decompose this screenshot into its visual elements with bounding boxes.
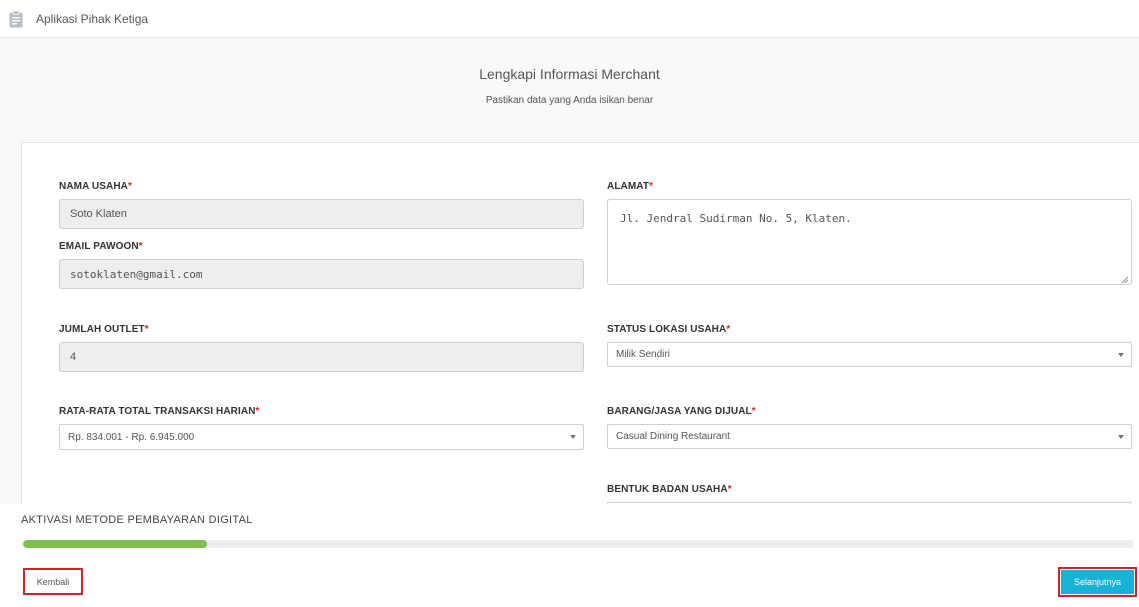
form-card: NAMA USAHA* Soto Klaten EMAIL PAWOON* so… [21, 142, 1139, 527]
required-mark: * [144, 324, 149, 335]
transaksi-value: Rp. 834.001 - Rp. 6.945.000 [68, 431, 195, 443]
resize-grip-icon[interactable] [1121, 274, 1129, 284]
email-value: sotoklaten@gmail.com [70, 267, 203, 281]
page-title: Lengkapi Informasi Merchant [479, 66, 660, 82]
jumlah-outlet-label: JUMLAH OUTLET* [59, 324, 149, 335]
app-title: Aplikasi Pihak Ketiga [36, 11, 149, 26]
nama-usaha-input[interactable]: Soto Klaten [59, 199, 584, 229]
transaksi-select[interactable]: Rp. 834.001 - Rp. 6.945.000 [59, 424, 584, 450]
status-lokasi-label: STATUS LOKASI USAHA* [607, 324, 731, 335]
required-mark: * [649, 181, 654, 192]
top-bar: Aplikasi Pihak Ketiga [0, 0, 1139, 38]
progress-fill [23, 540, 208, 548]
jumlah-outlet-value: 4 [70, 351, 77, 363]
status-lokasi-value: Milik Sendiri [616, 349, 670, 360]
chevron-down-icon [1118, 352, 1124, 357]
back-button[interactable]: Kembali [23, 568, 83, 595]
alamat-textarea[interactable]: Jl. Jendral Sudirman No. 5, Klaten. [607, 199, 1132, 285]
status-lokasi-select[interactable]: Milik Sendiri [607, 342, 1132, 367]
jumlah-outlet-input[interactable]: 4 [59, 342, 584, 372]
email-label: EMAIL PAWOON* [59, 241, 143, 252]
step-title: AKTIVASI METODE PEMBAYARAN DIGITAL [21, 514, 253, 526]
required-mark: * [726, 324, 731, 335]
required-mark: * [751, 406, 756, 417]
email-input[interactable]: sotoklaten@gmail.com [59, 259, 584, 289]
next-button[interactable]: Selanjutnya [1061, 570, 1134, 594]
clipboard-icon [8, 9, 24, 28]
nama-usaha-label: NAMA USAHA* [59, 181, 132, 192]
alamat-label: ALAMAT* [607, 181, 654, 192]
transaksi-label: RATA-RATA TOTAL TRANSAKSI HARIAN* [59, 406, 260, 417]
barang-jasa-label: BARANG/JASA YANG DIJUAL* [607, 406, 756, 417]
merchant-form-page: Lengkapi Informasi Merchant Pastikan dat… [0, 38, 1139, 527]
chevron-down-icon [570, 435, 576, 439]
chevron-down-icon [1118, 434, 1124, 439]
barang-jasa-select[interactable]: Casual Dining Restaurant [607, 424, 1132, 449]
next-button-highlight: Selanjutnya [1058, 567, 1137, 597]
required-mark: * [127, 181, 132, 192]
progress-bar [23, 540, 1134, 548]
required-mark: * [727, 484, 732, 495]
required-mark: * [255, 406, 260, 417]
alamat-value: Jl. Jendral Sudirman No. 5, Klaten. [620, 212, 852, 225]
barang-jasa-value: Casual Dining Restaurant [616, 431, 730, 442]
required-mark: * [138, 241, 143, 252]
wizard-footer: AKTIVASI METODE PEMBAYARAN DIGITAL Kemba… [0, 504, 1139, 607]
page-subtitle: Pastikan data yang Anda isikan benar [485, 95, 654, 106]
nama-usaha-value: Soto Klaten [70, 208, 127, 220]
badan-usaha-label: BENTUK BADAN USAHA* [607, 484, 732, 495]
